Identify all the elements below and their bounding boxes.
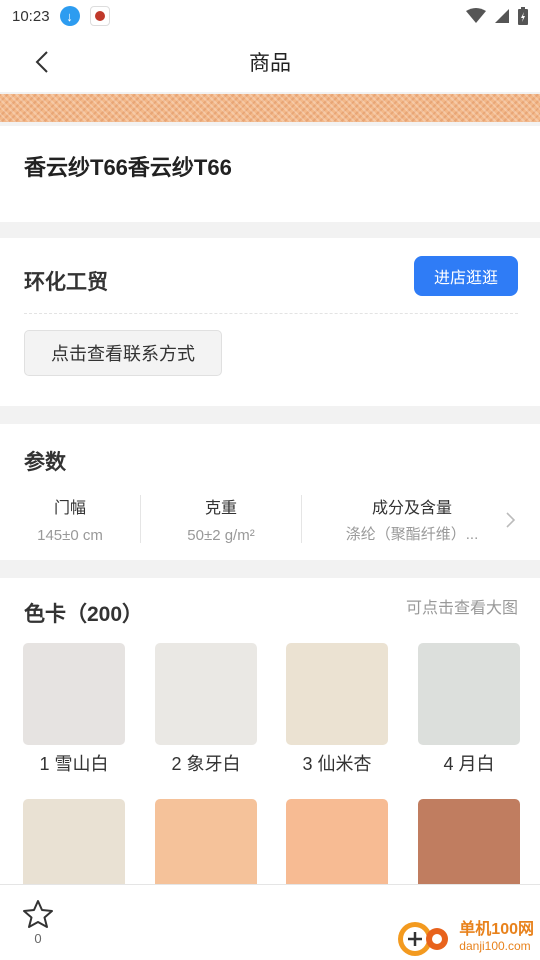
color-card-section: 色卡（200） 可点击查看大图 1 雪山白 2 象牙白 3 仙米杏 4 月白 [0, 578, 540, 901]
params-card[interactable]: 参数 门幅 145±0 cm 克重 50±2 g/m² 成分及含量 涤纶（聚酯纤… [0, 424, 540, 560]
param-value: 涤纶（聚酯纤维）... [345, 526, 479, 543]
swatch-label: 1 雪山白 [39, 754, 109, 774]
view-contact-button[interactable]: 点击查看联系方式 [24, 330, 222, 376]
shop-name: 环化工贸 [24, 271, 108, 294]
params-row[interactable]: 门幅 145±0 cm 克重 50±2 g/m² 成分及含量 涤纶（聚酯纤维）.… [0, 494, 540, 544]
product-name: 香云纱T66香云纱T66 [24, 155, 232, 180]
divider [24, 313, 518, 314]
product-title-card: 香云纱T66香云纱T66 [0, 126, 540, 222]
watermark-logo [398, 922, 449, 956]
favorite-count: 0 [34, 931, 42, 946]
color-swatch[interactable] [155, 643, 257, 745]
param-width: 门幅 145±0 cm [0, 494, 140, 544]
download-icon: ↓ [59, 6, 80, 26]
watermark-en: danji100.com [459, 939, 531, 953]
param-composition: 成分及含量 涤纶（聚酯纤维）... [302, 494, 522, 544]
shop-card: 环化工贸 进店逛逛 点击查看联系方式 [0, 238, 540, 406]
color-swatch[interactable] [286, 643, 388, 745]
star-icon [23, 900, 53, 928]
param-name: 门幅 [53, 500, 86, 517]
swatch-label: 3 仙米杏 [302, 754, 372, 774]
chevron-right-icon[interactable] [504, 510, 518, 530]
signal-icon [495, 9, 509, 23]
param-name: 克重 [204, 500, 237, 517]
site-watermark: 单机100网 danji100.com [393, 915, 534, 959]
swatch-label: 4 月白 [443, 754, 495, 774]
battery-icon [518, 7, 528, 25]
param-weight: 克重 50±2 g/m² [141, 494, 301, 544]
favorite-button[interactable]: 0 [18, 899, 58, 953]
watermark-cn: 单机100网 [459, 921, 534, 938]
wifi-icon [466, 8, 486, 23]
param-value: 145±0 cm [37, 527, 103, 544]
visit-shop-button[interactable]: 进店逛逛 [414, 256, 518, 296]
page-title: 商品 [249, 52, 291, 75]
color-swatch[interactable] [418, 643, 520, 745]
back-button[interactable] [26, 46, 58, 78]
bottom-action-bar: 0 单机100网 danji100.com [0, 884, 540, 960]
param-value: 50±2 g/m² [187, 527, 255, 544]
chevron-left-icon [35, 51, 48, 73]
app-notification-icon [89, 6, 110, 26]
swatch-label: 2 象牙白 [171, 754, 241, 774]
params-title: 参数 [24, 451, 66, 474]
color-card-title: 色卡（200） [24, 603, 144, 626]
param-name: 成分及含量 [371, 500, 452, 517]
status-bar: 10:23 ↓ [0, 0, 540, 32]
top-nav-bar: 商品 [0, 32, 540, 92]
view-large-hint[interactable]: 可点击查看大图 [406, 594, 518, 618]
status-time: 10:23 [12, 7, 50, 25]
color-swatch[interactable] [23, 643, 125, 745]
product-image-banner[interactable] [0, 94, 540, 122]
